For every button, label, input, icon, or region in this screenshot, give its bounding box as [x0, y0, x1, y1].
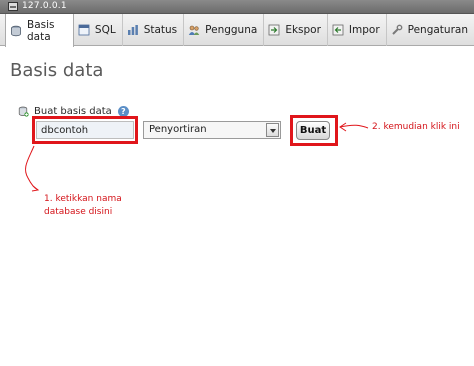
tab-label: Status	[143, 24, 178, 36]
database-icon	[11, 25, 21, 36]
tab-label: Pengaturan	[407, 24, 468, 36]
tab-label: Ekspor	[285, 24, 321, 36]
tab-import[interactable]: Impor	[328, 14, 387, 46]
annotation-arrow-step1	[25, 145, 39, 191]
annotation-box-name-input	[32, 116, 138, 144]
tab-label: Basis data	[27, 18, 55, 43]
sql-icon	[78, 24, 90, 36]
tab-settings[interactable]: Pengaturan	[387, 14, 474, 46]
annotation-step1: 1. ketikkan nama database disini	[44, 193, 122, 219]
annotation-box-create-button	[290, 115, 338, 146]
annotation-step1-line2: database disini	[44, 207, 113, 217]
annotation-step2: 2. kemudian klik ini	[372, 122, 460, 132]
annotation-arrowhead-step2	[339, 122, 347, 132]
main-tab-bar: Basis data SQL Status Pengguna Ekspor Im…	[0, 14, 474, 47]
status-chart-icon	[127, 25, 138, 35]
annotation-arrow-step2	[339, 124, 369, 129]
import-icon	[332, 24, 344, 36]
tab-export[interactable]: Ekspor	[264, 14, 328, 46]
chevron-down-icon[interactable]	[266, 123, 279, 137]
collation-selected-value: Penyortiran	[149, 124, 207, 135]
new-database-icon	[18, 106, 29, 117]
wrench-icon	[391, 24, 403, 35]
tab-sql[interactable]: SQL	[74, 14, 123, 46]
server-icon	[8, 2, 18, 11]
annotation-arrowhead-step1	[31, 185, 40, 192]
annotation-arrows	[25, 122, 369, 192]
phpmyadmin-databases-page: 127.0.0.1 Basis data SQL Status Pengguna…	[0, 0, 474, 366]
tab-databases[interactable]: Basis data	[5, 14, 74, 47]
users-icon	[188, 25, 200, 35]
tab-users[interactable]: Pengguna	[184, 14, 265, 46]
collation-select[interactable]: Penyortiran	[143, 121, 281, 139]
annotation-step1-line1: 1. ketikkan nama	[44, 194, 122, 204]
tab-label: SQL	[94, 24, 116, 36]
tab-status[interactable]: Status	[123, 14, 185, 46]
tab-label: Pengguna	[205, 24, 258, 36]
server-breadcrumb-bar: 127.0.0.1	[0, 0, 474, 14]
page-title: Basis data	[10, 60, 104, 81]
export-icon	[268, 24, 280, 36]
server-label[interactable]: 127.0.0.1	[22, 1, 67, 11]
tab-label: Impor	[348, 24, 380, 36]
